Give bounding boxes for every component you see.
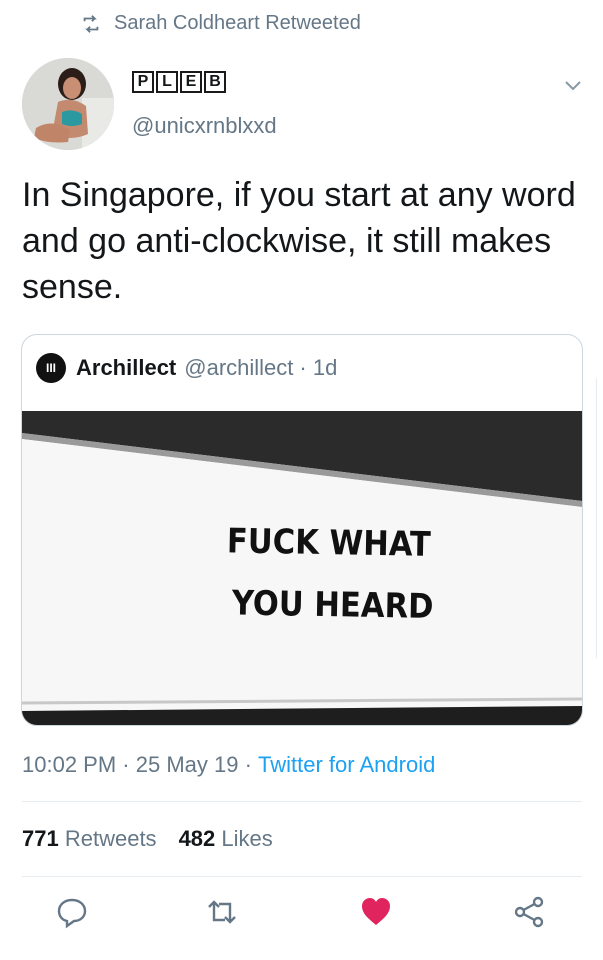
retweet-banner[interactable]: Sarah Coldheart Retweeted [80,12,361,35]
likes-stat[interactable]: 482 Likes [179,826,273,852]
share-icon [514,896,544,928]
author-handle[interactable]: @unicxrnblxxd [132,113,277,139]
reply-button[interactable] [55,895,89,929]
marquee-line-1: FUCK WHAT [227,521,432,565]
tweet-stats: 771 Retweets 482 Likes [22,826,273,852]
like-icon [362,898,390,925]
display-name-letter: B [204,71,226,93]
avatar-photo [22,58,114,150]
retweets-count: 771 [22,826,59,851]
action-bar [0,895,603,935]
quoted-avatar[interactable]: III [36,353,66,383]
quoted-tweet[interactable]: III Archillect @archillect · 1d FUCK WHA… [21,334,583,726]
display-name-letter: P [132,71,154,93]
retweet-icon [208,900,236,924]
divider [22,801,582,802]
retweet-icon [83,14,99,33]
retweets-stat[interactable]: 771 Retweets [22,826,157,852]
display-name[interactable]: P L E B [132,71,226,93]
chevron-down-icon[interactable] [562,78,584,94]
display-name-letter: E [180,71,202,93]
share-button[interactable] [512,895,546,929]
retweets-label: Retweets [64,826,157,851]
tweet-date[interactable]: 25 May 19 [136,752,239,778]
quoted-name: Archillect [76,355,177,380]
quoted-tweet-header: III Archillect @archillect · 1d [36,353,337,383]
reply-icon [57,898,87,929]
retweet-button[interactable] [205,895,239,929]
likes-count: 482 [178,826,216,851]
avatar[interactable] [22,58,114,150]
tweet-timestamp: 10:02 PM · 25 May 19 · Twitter for Andro… [22,752,435,778]
tweet-source-link[interactable]: Twitter for Android [258,752,435,778]
divider [22,876,582,877]
quoted-handle: @archillect [184,355,294,380]
display-name-letter: L [156,71,178,93]
scrollbar[interactable] [596,378,603,658]
likes-label: Likes [221,826,273,851]
retweet-banner-text: Sarah Coldheart Retweeted [114,12,361,34]
separator: · [116,752,136,777]
separator: · [238,752,259,777]
tweet-text: In Singapore, if you start at any word a… [22,176,576,306]
like-button[interactable] [359,895,393,929]
tweet-time[interactable]: 10:02 PM [22,752,116,778]
quoted-age: · 1d [299,355,338,380]
marquee-line-2: YOU HEARD [231,583,434,627]
quoted-image[interactable]: FUCK WHAT YOU HEARD [22,411,582,726]
